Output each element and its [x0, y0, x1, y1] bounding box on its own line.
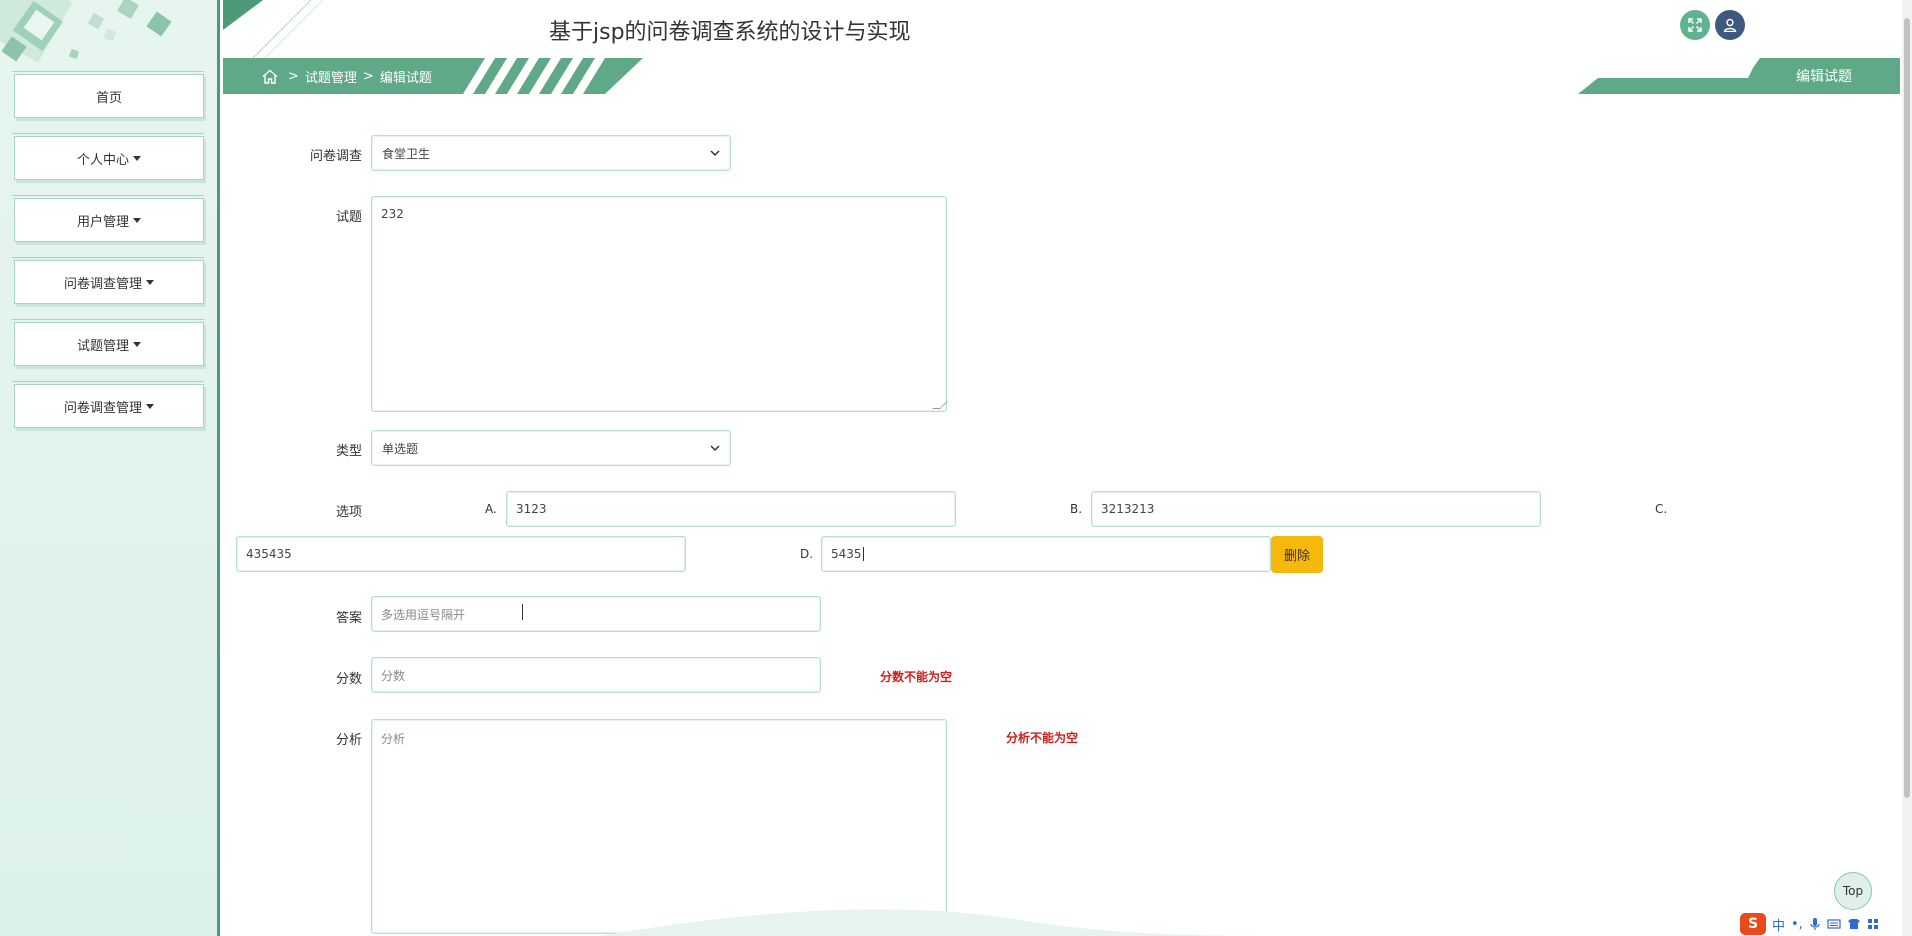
- analysis-placeholder: 分析: [381, 732, 406, 746]
- expand-icon: [1688, 18, 1702, 32]
- chevron-down-icon: [710, 445, 720, 452]
- sidebar-item-personal-center[interactable]: 个人中心: [12, 133, 204, 180]
- question-textarea[interactable]: 232: [371, 196, 948, 412]
- mouse-ibeam-cursor: [522, 604, 528, 620]
- resize-handle[interactable]: [932, 401, 948, 409]
- question-value: 232: [381, 207, 404, 221]
- page-label: 编辑试题: [1796, 69, 1852, 85]
- answer-label: 答案: [335, 611, 362, 626]
- option-d-input[interactable]: 5435: [821, 536, 1271, 572]
- option-d-letter: D.: [800, 547, 814, 561]
- type-label: 类型: [335, 444, 362, 459]
- ime-toolbar: S 中 •,: [1740, 912, 1912, 936]
- score-label: 分数: [335, 672, 362, 687]
- type-select-value: 单选题: [382, 441, 419, 456]
- breadcrumb-edit-question: 编辑试题: [379, 70, 432, 86]
- sogou-ime-icon[interactable]: S: [1740, 913, 1766, 935]
- option-a-input[interactable]: 3123: [506, 491, 956, 527]
- chevron-down-icon: [710, 150, 720, 157]
- ime-punct-toggle[interactable]: •,: [1791, 917, 1803, 932]
- header: 基于jsp的问卷调查系统的设计与实现: [223, 0, 1912, 58]
- sidebar-item-label: 问卷调查管理: [63, 400, 142, 416]
- option-b-letter: B.: [1070, 502, 1083, 516]
- sidebar-item-label: 试题管理: [76, 338, 129, 354]
- option-b-input[interactable]: 3213213: [1091, 491, 1541, 527]
- sidebar-item-user-management[interactable]: 用户管理: [12, 195, 204, 242]
- survey-label: 问卷调查: [309, 149, 362, 164]
- keyboard-icon[interactable]: [1827, 918, 1841, 930]
- home-icon[interactable]: [262, 69, 278, 84]
- survey-select[interactable]: 食堂卫生: [371, 135, 731, 171]
- sidebar: 首页 个人中心 用户管理 问卷调查管理 试题管理 问卷调查管理: [0, 0, 220, 936]
- skin-icon[interactable]: [1847, 918, 1861, 930]
- breadcrumb-question-management[interactable]: 试题管理: [305, 67, 357, 86]
- survey-select-value: 食堂卫生: [382, 146, 431, 161]
- user-button[interactable]: [1715, 10, 1745, 40]
- sidebar-item-survey-management-2[interactable]: 问卷调查管理: [12, 381, 204, 428]
- user-icon: [1723, 18, 1737, 32]
- caret-down-icon: [133, 155, 141, 161]
- delete-option-button[interactable]: 删除: [1271, 536, 1323, 573]
- sidebar-item-survey-management[interactable]: 问卷调查管理: [12, 257, 204, 304]
- type-select[interactable]: 单选题: [371, 430, 731, 466]
- option-b-value: 3213213: [1101, 502, 1155, 516]
- scrollbar-thumb[interactable]: [1904, 18, 1910, 798]
- breadcrumb: > 试题管理 > 编辑试题: [262, 58, 432, 94]
- sidebar-item-home[interactable]: 首页: [12, 71, 204, 118]
- option-c-input[interactable]: 435435: [236, 536, 686, 572]
- fullscreen-button[interactable]: [1680, 10, 1710, 40]
- score-placeholder: 分数: [381, 668, 406, 683]
- sidebar-item-question-management[interactable]: 试题管理: [12, 319, 204, 366]
- option-a-letter: A.: [485, 502, 497, 516]
- caret-down-icon: [133, 217, 141, 223]
- breadcrumb-separator: >: [288, 68, 299, 84]
- option-c-value: 435435: [246, 547, 292, 561]
- text-caret: [862, 547, 864, 561]
- bottom-decoration: [600, 909, 1300, 936]
- microphone-icon[interactable]: [1809, 917, 1821, 931]
- app-title: 基于jsp的问卷调查系统的设计与实现: [549, 20, 911, 45]
- caret-down-icon: [146, 403, 154, 409]
- caret-down-icon: [146, 279, 154, 285]
- answer-input[interactable]: 多选用逗号隔开: [371, 596, 821, 632]
- sidebar-item-label: 问卷调查管理: [63, 276, 142, 292]
- ime-lang-toggle[interactable]: 中: [1772, 915, 1785, 934]
- option-a-value: 3123: [516, 502, 547, 516]
- sidebar-decoration: [0, 0, 172, 63]
- toolbox-icon[interactable]: [1867, 918, 1879, 930]
- sidebar-item-label: 个人中心: [76, 152, 129, 168]
- vertical-scrollbar[interactable]: [1902, 0, 1912, 936]
- score-input[interactable]: 分数: [371, 657, 821, 693]
- sidebar-item-label: 首页: [95, 90, 122, 106]
- options-label: 选项: [335, 505, 362, 520]
- question-label: 试题: [335, 210, 362, 225]
- analysis-label: 分析: [335, 733, 362, 748]
- answer-placeholder: 多选用逗号隔开: [381, 607, 466, 622]
- caret-down-icon: [133, 341, 141, 347]
- option-d-value: 5435: [831, 547, 862, 561]
- back-to-top-button[interactable]: Top: [1834, 872, 1872, 910]
- sidebar-item-label: 用户管理: [76, 214, 129, 230]
- score-error-message: 分数不能为空: [880, 670, 953, 684]
- option-c-letter: C.: [1655, 502, 1668, 516]
- breadcrumb-separator: >: [362, 68, 374, 84]
- analysis-error-message: 分析不能为空: [1006, 731, 1079, 745]
- header-decoration: [223, 0, 324, 58]
